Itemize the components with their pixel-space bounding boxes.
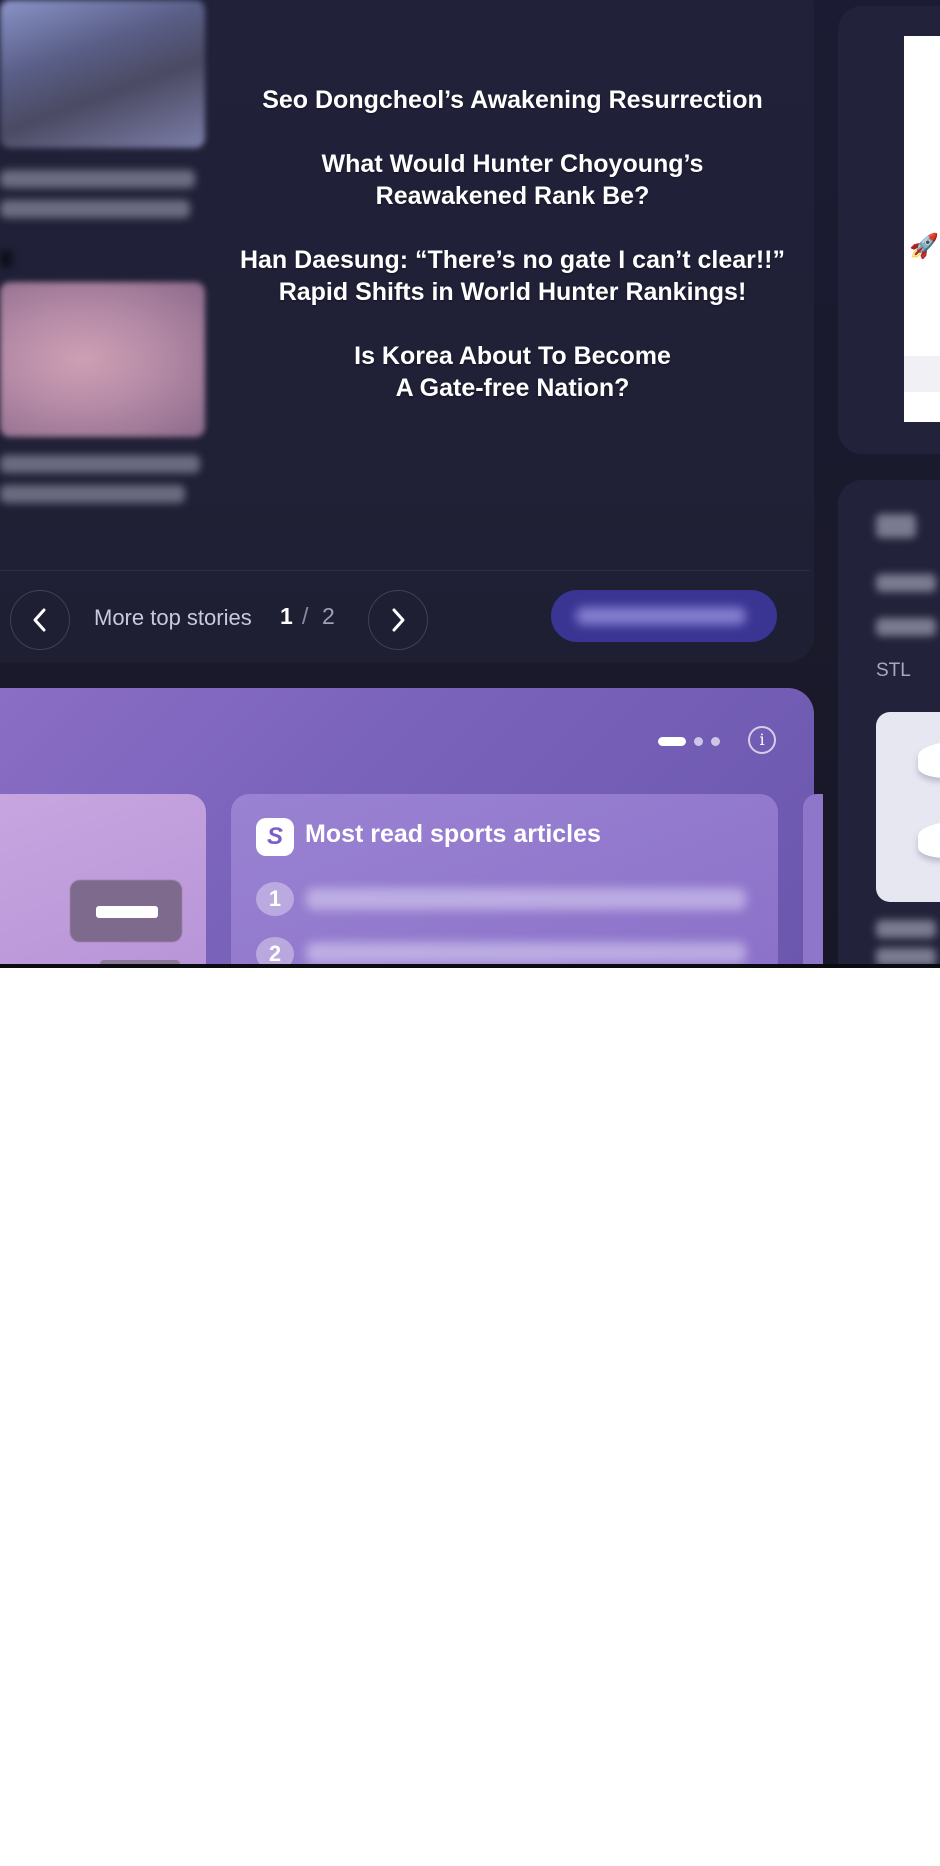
story-thumbnail[interactable] — [0, 0, 205, 148]
side-card-text-blurred — [876, 574, 936, 592]
more-top-stories-label: More top stories — [94, 605, 252, 630]
next-stories-button[interactable] — [368, 590, 428, 650]
product-image[interactable] — [876, 712, 940, 902]
headline-text: A Gate-free Nation? — [395, 374, 630, 402]
blurred-button-label — [576, 607, 746, 625]
chevron-right-icon — [392, 608, 405, 632]
shoe-image — [918, 742, 940, 778]
headline-text: Reawakened Rank Be? — [375, 182, 650, 210]
carousel-dot[interactable] — [711, 736, 720, 746]
headline-item[interactable]: Is Korea About To Become A Gate-free Nat… — [230, 340, 795, 404]
chevron-left-icon — [33, 608, 46, 632]
rank-badge: 1 — [256, 882, 294, 916]
sports-logo-icon: S — [256, 818, 294, 856]
headline-item[interactable]: Seo Dongcheol’s Awakening Resurrection — [230, 84, 795, 116]
sports-card-title[interactable]: Most read sports articles — [305, 820, 601, 849]
carousel-pagination — [658, 735, 720, 747]
side-card-title-blurred — [876, 514, 916, 538]
app-screen: Seo Dongcheol’s Awakening Resurrection W… — [0, 0, 940, 968]
divider — [0, 250, 12, 268]
story-caption-blurred[interactable] — [0, 485, 185, 503]
story-caption-blurred[interactable] — [0, 455, 200, 473]
bottom-border — [0, 964, 940, 968]
carousel-dot[interactable] — [694, 736, 703, 746]
story-thumbnail[interactable] — [0, 282, 205, 437]
page-separator: / — [302, 603, 309, 629]
headline-item[interactable]: Han Daesung: “There’s no gate I can’t cl… — [230, 244, 795, 308]
total-pages: 2 — [322, 603, 335, 629]
panel-divider — [0, 570, 810, 571]
product-name-blurred[interactable] — [876, 920, 936, 938]
article-title-blurred[interactable] — [306, 942, 746, 964]
headline-list: Seo Dongcheol’s Awakening Resurrection W… — [230, 84, 795, 436]
thumbnail-caption-blurred — [96, 906, 158, 918]
article-title-blurred[interactable] — [306, 888, 746, 910]
story-caption-blurred[interactable] — [0, 170, 195, 188]
blurred-action-button[interactable] — [551, 590, 777, 642]
previous-stories-button[interactable] — [10, 590, 70, 650]
shoe-image — [918, 822, 940, 858]
advertisement-footer — [904, 356, 940, 392]
current-page: 1 — [280, 603, 293, 629]
headline-text: Han Daesung: “There’s no gate I can’t cl… — [239, 246, 786, 274]
headline-text: Rapid Shifts in World Hunter Rankings! — [278, 278, 747, 306]
story-caption-blurred[interactable] — [0, 200, 190, 218]
headline-item[interactable]: What Would Hunter Choyoung’s Reawakened … — [230, 148, 795, 212]
carousel-dot-active[interactable] — [658, 736, 686, 746]
headline-text: Is Korea About To Become — [354, 342, 671, 370]
headline-text: Seo Dongcheol’s Awakening Resurrection — [262, 86, 763, 114]
stl-label: STL — [876, 660, 911, 681]
side-card-text-blurred — [876, 618, 936, 636]
rocket-icon: 🚀 — [909, 233, 939, 260]
headline-text: What Would Hunter Choyoung’s — [321, 150, 704, 178]
next-carousel-card-edge[interactable] — [803, 794, 823, 968]
info-icon[interactable]: i — [748, 726, 776, 754]
